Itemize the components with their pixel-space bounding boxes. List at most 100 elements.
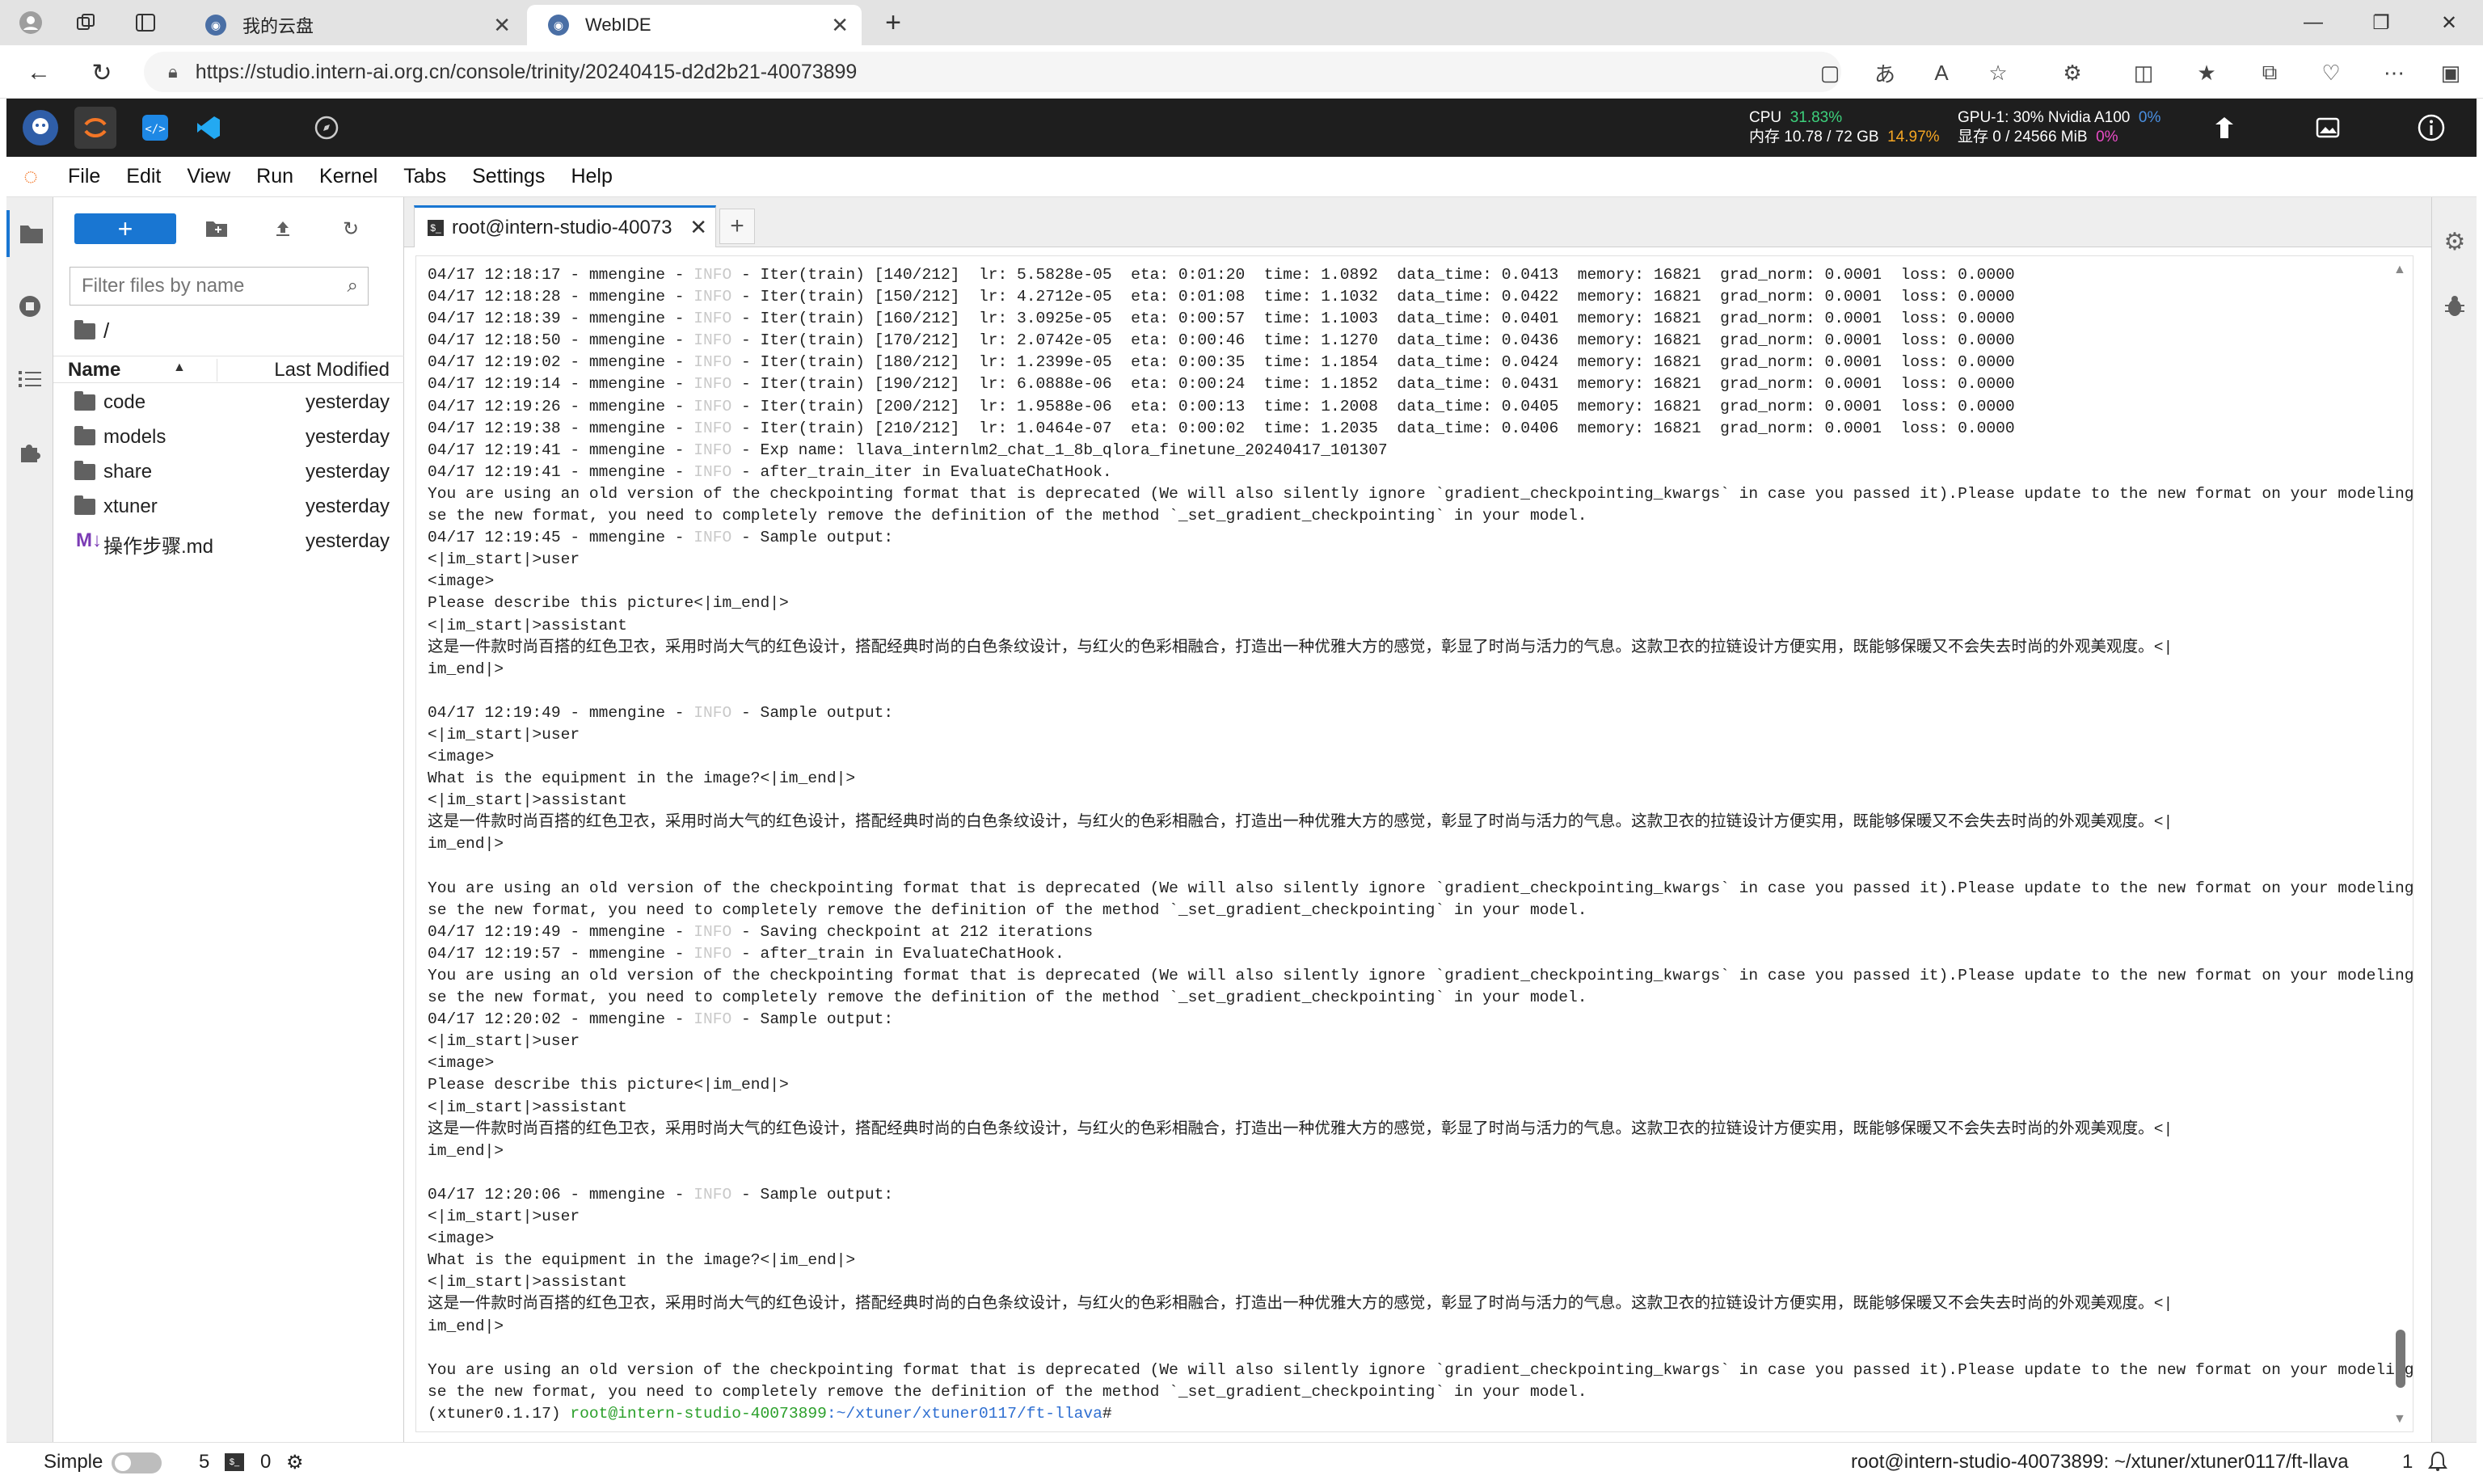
debugger-icon[interactable] <box>2432 283 2477 330</box>
split-screen-icon[interactable]: ◫ <box>2126 55 2161 91</box>
close-window-icon[interactable]: ✕ <box>2415 0 2483 45</box>
info-icon[interactable] <box>2412 108 2451 147</box>
upload-icon[interactable] <box>267 213 299 244</box>
browser-essentials-icon[interactable]: ♡ <box>2313 55 2349 91</box>
property-inspector-icon[interactable]: ⚙ <box>2432 218 2477 265</box>
minimize-icon[interactable]: — <box>2279 0 2347 45</box>
menu-run[interactable]: Run <box>243 165 306 188</box>
menu-tabs[interactable]: Tabs <box>390 165 459 188</box>
terminal-line: <image> <box>428 748 495 766</box>
vscode-icon[interactable] <box>188 107 230 149</box>
extensions-icon[interactable]: ⚙ <box>2055 55 2090 91</box>
terminal-path-status: root@intern-studio-40073899: ~/xtuner/xt… <box>1851 1451 2349 1473</box>
scroll-up-icon[interactable]: ▲ <box>2393 263 2406 277</box>
terminal-line: 04/17 12:18:28 - mmengine - INFO - Iter(… <box>428 288 2015 306</box>
simple-mode-toggle[interactable] <box>112 1452 162 1473</box>
terminal-line: im_end|> <box>428 660 504 678</box>
notification-bell-icon[interactable] <box>2428 1451 2447 1478</box>
gpu-label: GPU-1: 30% Nvidia A100 <box>1958 109 2131 126</box>
menu-view[interactable]: View <box>174 165 243 188</box>
menu-settings[interactable]: Settings <box>459 165 558 188</box>
table-of-contents-icon[interactable] <box>6 356 53 403</box>
file-row[interactable]: share yesterday <box>53 454 404 489</box>
intern-logo-icon[interactable] <box>19 107 61 149</box>
close-tab-icon[interactable]: ✕ <box>831 13 849 38</box>
url-bar[interactable]: 🔒︎ https://studio.intern-ai.org.cn/conso… <box>144 52 1841 92</box>
jupyter-tool-icon[interactable] <box>74 107 116 149</box>
window-controls: — ❐ ✕ <box>2279 0 2483 45</box>
prompt-segment: :~/xtuner/xtuner0117/ft-llava <box>826 1404 1102 1423</box>
terminal-line: Please describe this picture<|im_end|> <box>428 594 789 613</box>
more-options-icon[interactable]: ⋯ <box>2376 55 2412 91</box>
favorite-star-icon[interactable]: ☆ <box>1980 55 2016 91</box>
browser-tab-webide[interactable]: ◉ WebIDE ✕ <box>527 5 862 45</box>
tab-title: root@intern-studio-40073 <box>452 216 672 238</box>
scrollbar-thumb[interactable] <box>2396 1330 2405 1388</box>
file-browser-icon[interactable] <box>6 210 53 257</box>
back-icon[interactable]: ← <box>21 55 57 91</box>
menu-help[interactable]: Help <box>558 165 625 188</box>
refresh-icon[interactable]: ↻ <box>84 55 120 91</box>
file-row[interactable]: code yesterday <box>53 385 404 419</box>
file-row[interactable]: models yesterday <box>53 419 404 454</box>
new-launcher-button[interactable]: + <box>74 213 176 244</box>
terminals-count[interactable]: 5 <box>199 1451 209 1473</box>
column-name[interactable]: Name <box>68 359 120 382</box>
browser-tab-cloud[interactable]: ◉ 我的云盘 ✕ <box>184 5 524 45</box>
terminal[interactable]: 04/17 12:18:17 - mmengine - INFO - Iter(… <box>415 255 2413 1432</box>
translate-icon[interactable]: あ <box>1867 55 1903 91</box>
terminal-line: You are using an old version of the chec… <box>428 967 2413 984</box>
terminal-prompt[interactable]: (xtuner0.1.17) root@intern-studio-400738… <box>428 1403 2384 1425</box>
terminal-line: <|im_start|>assistant <box>428 616 627 634</box>
terminal-line: se the new format, you need to completel… <box>428 900 1587 919</box>
notification-count[interactable]: 1 <box>2402 1451 2413 1473</box>
refresh-files-icon[interactable]: ↻ <box>335 213 367 244</box>
tab-terminal[interactable]: $_ root@intern-studio-40073 ✕ <box>414 205 716 247</box>
terminal-line: 这是一件款时尚百搭的红色卫衣，采用时尚大气的红色设计，搭配经典时尚的白色条纹设计… <box>428 1119 2173 1138</box>
collections-icon[interactable]: ⧉ <box>2252 55 2287 91</box>
workspaces-icon[interactable] <box>70 6 102 39</box>
terminal-line: <image> <box>428 1229 495 1248</box>
app-available-icon[interactable]: ▢ <box>1812 55 1848 91</box>
profile-icon[interactable] <box>15 6 47 39</box>
terminal-line: <|im_start|>assistant <box>428 1273 627 1292</box>
breadcrumb[interactable]: / <box>74 318 109 344</box>
tree-icon[interactable] <box>2205 108 2244 147</box>
menu-edit[interactable]: Edit <box>113 165 174 188</box>
file-row[interactable]: M↓ 操作步骤.md yesterday <box>53 524 404 559</box>
tab-favicon-icon: ◉ <box>205 15 226 36</box>
add-tab-button[interactable]: + <box>719 209 755 244</box>
favorites-icon[interactable]: ★ <box>2189 55 2224 91</box>
running-sessions-icon[interactable] <box>6 283 53 330</box>
read-aloud-icon[interactable]: A <box>1924 55 1959 91</box>
restore-icon[interactable]: ❐ <box>2347 0 2415 45</box>
vertical-tabs-icon[interactable] <box>129 6 162 39</box>
column-last-modified[interactable]: Last Modified <box>217 359 390 382</box>
scroll-down-icon[interactable]: ▼ <box>2393 1412 2406 1427</box>
prompt-segment: # <box>1102 1404 1112 1423</box>
file-modified: yesterday <box>305 530 390 552</box>
file-row[interactable]: xtuner yesterday <box>53 489 404 524</box>
new-folder-icon[interactable] <box>200 213 233 244</box>
close-tab-icon[interactable]: ✕ <box>689 215 707 240</box>
terminal-line: 这是一件款时尚百搭的红色卫衣，采用时尚大气的红色设计，搭配经典时尚的白色条纹设计… <box>428 813 2173 832</box>
sidebar-toggle-icon[interactable]: ▣ <box>2433 55 2468 91</box>
menu-kernel[interactable]: Kernel <box>306 165 390 188</box>
terminal-line: se the new format, you need to completel… <box>428 1382 1587 1401</box>
close-tab-icon[interactable]: ✕ <box>493 13 511 38</box>
filter-files-input[interactable]: Filter files by name ⌕ <box>70 267 369 306</box>
extensions-puzzle-icon[interactable] <box>6 428 53 475</box>
new-tab-icon[interactable]: + <box>877 6 909 39</box>
kernels-count[interactable]: 0 <box>260 1451 271 1473</box>
image-tool-icon[interactable] <box>2308 108 2347 147</box>
terminal-line: What is the equipment in the image?<|im_… <box>428 769 856 788</box>
menu-file[interactable]: File <box>55 165 113 188</box>
terminal-line: Please describe this picture<|im_end|> <box>428 1076 789 1094</box>
terminal-line: <|im_start|>user <box>428 1032 580 1051</box>
terminal-scrollbar[interactable]: ▲ ▼ <box>2392 263 2408 1427</box>
file-name: share <box>103 461 153 483</box>
terminal-line: 04/17 12:18:39 - mmengine - INFO - Iter(… <box>428 310 2015 328</box>
code-editor-icon[interactable]: </> <box>134 107 176 149</box>
compass-icon[interactable] <box>306 107 348 149</box>
